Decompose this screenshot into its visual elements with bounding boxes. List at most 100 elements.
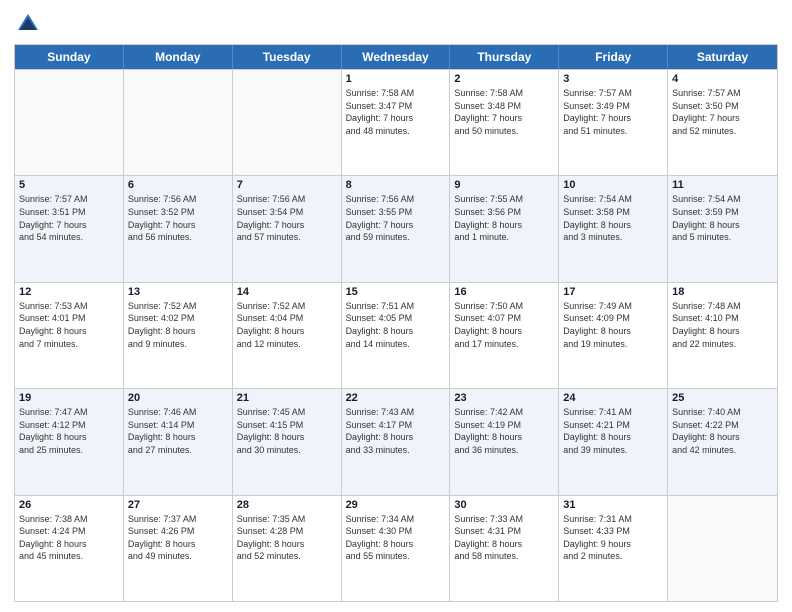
calendar-week-4: 19 Sunrise: 7:47 AM Sunset: 4:12 PM Dayli… (15, 388, 777, 494)
day-cell-14: 14 Sunrise: 7:52 AM Sunset: 4:04 PM Dayli… (233, 283, 342, 388)
day-info: Sunrise: 7:41 AM Sunset: 4:21 PM Dayligh… (563, 406, 663, 456)
day-cell-8: 8 Sunrise: 7:56 AM Sunset: 3:55 PM Daylig… (342, 176, 451, 281)
day-number: 26 (19, 499, 119, 511)
day-cell-9: 9 Sunrise: 7:55 AM Sunset: 3:56 PM Daylig… (450, 176, 559, 281)
day-cell-29: 29Sunrise: 7:34 AM Sunset: 4:30 PM Dayli… (342, 496, 451, 601)
calendar: SundayMondayTuesdayWednesdayThursdayFrid… (14, 44, 778, 602)
day-number: 17 (563, 286, 663, 298)
day-info: Sunrise: 7:57 AM Sunset: 3:49 PM Dayligh… (563, 87, 663, 137)
day-number: 28 (237, 499, 337, 511)
day-number: 7 (237, 179, 337, 191)
day-cell-25: 25 Sunrise: 7:40 AM Sunset: 4:22 PM Dayli… (668, 389, 777, 494)
day-info: Sunrise: 7:31 AM Sunset: 4:33 PM Dayligh… (563, 513, 663, 563)
day-number: 8 (346, 179, 446, 191)
day-info: Sunrise: 7:58 AM Sunset: 3:47 PM Dayligh… (346, 87, 446, 137)
day-info: Sunrise: 7:43 AM Sunset: 4:17 PM Dayligh… (346, 406, 446, 456)
day-cell-30: 30Sunrise: 7:33 AM Sunset: 4:31 PM Dayli… (450, 496, 559, 601)
calendar-body: 1 Sunrise: 7:58 AM Sunset: 3:47 PM Daylig… (15, 69, 777, 601)
day-cell-17: 17 Sunrise: 7:49 AM Sunset: 4:09 PM Dayli… (559, 283, 668, 388)
day-number: 27 (128, 499, 228, 511)
day-number: 19 (19, 392, 119, 404)
day-number: 23 (454, 392, 554, 404)
header-day-tuesday: Tuesday (233, 45, 342, 69)
day-info: Sunrise: 7:46 AM Sunset: 4:14 PM Dayligh… (128, 406, 228, 456)
empty-cell (668, 496, 777, 601)
page: SundayMondayTuesdayWednesdayThursdayFrid… (0, 0, 792, 612)
logo (14, 10, 46, 38)
day-number: 22 (346, 392, 446, 404)
day-cell-11: 11 Sunrise: 7:54 AM Sunset: 3:59 PM Dayli… (668, 176, 777, 281)
day-cell-1: 1 Sunrise: 7:58 AM Sunset: 3:47 PM Daylig… (342, 70, 451, 175)
day-info: Sunrise: 7:52 AM Sunset: 4:04 PM Dayligh… (237, 300, 337, 350)
logo-icon (14, 10, 42, 38)
day-number: 9 (454, 179, 554, 191)
calendar-week-1: 1 Sunrise: 7:58 AM Sunset: 3:47 PM Daylig… (15, 69, 777, 175)
day-number: 25 (672, 392, 773, 404)
day-info: Sunrise: 7:50 AM Sunset: 4:07 PM Dayligh… (454, 300, 554, 350)
day-info: Sunrise: 7:54 AM Sunset: 3:58 PM Dayligh… (563, 193, 663, 243)
day-info: Sunrise: 7:57 AM Sunset: 3:51 PM Dayligh… (19, 193, 119, 243)
day-info: Sunrise: 7:42 AM Sunset: 4:19 PM Dayligh… (454, 406, 554, 456)
day-cell-21: 21 Sunrise: 7:45 AM Sunset: 4:15 PM Dayli… (233, 389, 342, 494)
day-cell-27: 27 Sunrise: 7:37 AM Sunset: 4:26 PM Dayli… (124, 496, 233, 601)
calendar-week-5: 26 Sunrise: 7:38 AM Sunset: 4:24 PM Dayli… (15, 495, 777, 601)
day-number: 5 (19, 179, 119, 191)
day-info: Sunrise: 7:56 AM Sunset: 3:54 PM Dayligh… (237, 193, 337, 243)
day-cell-12: 12 Sunrise: 7:53 AM Sunset: 4:01 PM Dayli… (15, 283, 124, 388)
day-number: 15 (346, 286, 446, 298)
day-info: Sunrise: 7:48 AM Sunset: 4:10 PM Dayligh… (672, 300, 773, 350)
day-number: 6 (128, 179, 228, 191)
day-info: Sunrise: 7:56 AM Sunset: 3:52 PM Dayligh… (128, 193, 228, 243)
day-number: 11 (672, 179, 773, 191)
day-number: 13 (128, 286, 228, 298)
day-cell-4: 4 Sunrise: 7:57 AM Sunset: 3:50 PM Daylig… (668, 70, 777, 175)
day-cell-31: 31Sunrise: 7:31 AM Sunset: 4:33 PM Dayli… (559, 496, 668, 601)
day-cell-15: 15 Sunrise: 7:51 AM Sunset: 4:05 PM Dayli… (342, 283, 451, 388)
day-number: 16 (454, 286, 554, 298)
calendar-week-3: 12 Sunrise: 7:53 AM Sunset: 4:01 PM Dayli… (15, 282, 777, 388)
day-number: 24 (563, 392, 663, 404)
header (14, 10, 778, 38)
header-day-sunday: Sunday (15, 45, 124, 69)
day-info: Sunrise: 7:53 AM Sunset: 4:01 PM Dayligh… (19, 300, 119, 350)
day-cell-6: 6 Sunrise: 7:56 AM Sunset: 3:52 PM Daylig… (124, 176, 233, 281)
day-cell-2: 2 Sunrise: 7:58 AM Sunset: 3:48 PM Daylig… (450, 70, 559, 175)
day-info: Sunrise: 7:55 AM Sunset: 3:56 PM Dayligh… (454, 193, 554, 243)
header-day-saturday: Saturday (668, 45, 777, 69)
day-info: Sunrise: 7:35 AM Sunset: 4:28 PM Dayligh… (237, 513, 337, 563)
day-info: Sunrise: 7:54 AM Sunset: 3:59 PM Dayligh… (672, 193, 773, 243)
header-day-wednesday: Wednesday (342, 45, 451, 69)
day-cell-23: 23 Sunrise: 7:42 AM Sunset: 4:19 PM Dayli… (450, 389, 559, 494)
day-cell-20: 20Sunrise: 7:46 AM Sunset: 4:14 PM Dayli… (124, 389, 233, 494)
empty-cell (124, 70, 233, 175)
day-number: 2 (454, 73, 554, 85)
day-number: 1 (346, 73, 446, 85)
day-number: 18 (672, 286, 773, 298)
day-cell-28: 28 Sunrise: 7:35 AM Sunset: 4:28 PM Dayli… (233, 496, 342, 601)
day-cell-10: 10Sunrise: 7:54 AM Sunset: 3:58 PM Dayli… (559, 176, 668, 281)
day-cell-19: 19 Sunrise: 7:47 AM Sunset: 4:12 PM Dayli… (15, 389, 124, 494)
day-number: 12 (19, 286, 119, 298)
day-number: 14 (237, 286, 337, 298)
day-info: Sunrise: 7:51 AM Sunset: 4:05 PM Dayligh… (346, 300, 446, 350)
header-day-thursday: Thursday (450, 45, 559, 69)
empty-cell (233, 70, 342, 175)
day-info: Sunrise: 7:56 AM Sunset: 3:55 PM Dayligh… (346, 193, 446, 243)
day-cell-26: 26 Sunrise: 7:38 AM Sunset: 4:24 PM Dayli… (15, 496, 124, 601)
day-cell-13: 13Sunrise: 7:52 AM Sunset: 4:02 PM Dayli… (124, 283, 233, 388)
day-info: Sunrise: 7:47 AM Sunset: 4:12 PM Dayligh… (19, 406, 119, 456)
calendar-week-2: 5 Sunrise: 7:57 AM Sunset: 3:51 PM Daylig… (15, 175, 777, 281)
day-info: Sunrise: 7:49 AM Sunset: 4:09 PM Dayligh… (563, 300, 663, 350)
day-cell-18: 18 Sunrise: 7:48 AM Sunset: 4:10 PM Dayli… (668, 283, 777, 388)
header-day-friday: Friday (559, 45, 668, 69)
day-info: Sunrise: 7:40 AM Sunset: 4:22 PM Dayligh… (672, 406, 773, 456)
day-info: Sunrise: 7:45 AM Sunset: 4:15 PM Dayligh… (237, 406, 337, 456)
day-info: Sunrise: 7:57 AM Sunset: 3:50 PM Dayligh… (672, 87, 773, 137)
day-number: 29 (346, 499, 446, 511)
day-info: Sunrise: 7:58 AM Sunset: 3:48 PM Dayligh… (454, 87, 554, 137)
day-number: 21 (237, 392, 337, 404)
day-number: 4 (672, 73, 773, 85)
calendar-header: SundayMondayTuesdayWednesdayThursdayFrid… (15, 45, 777, 69)
day-info: Sunrise: 7:37 AM Sunset: 4:26 PM Dayligh… (128, 513, 228, 563)
day-info: Sunrise: 7:38 AM Sunset: 4:24 PM Dayligh… (19, 513, 119, 563)
